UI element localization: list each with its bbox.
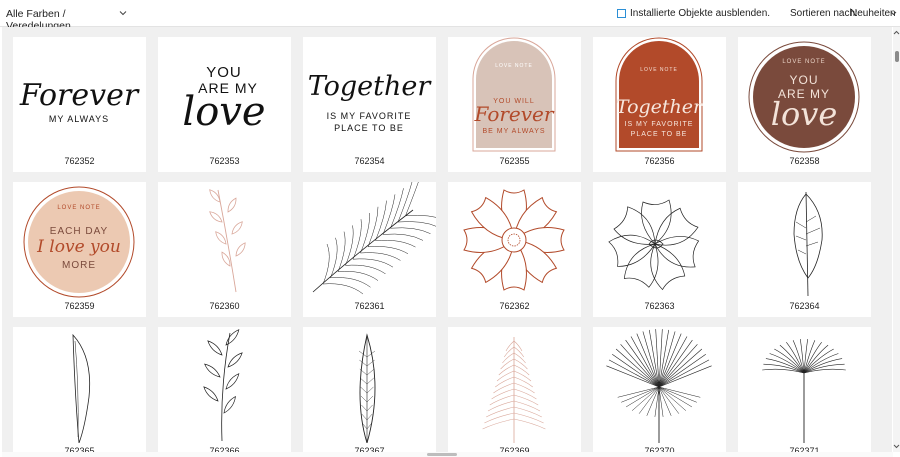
object-id: 762359: [64, 301, 95, 311]
chevron-down-icon: [119, 11, 127, 16]
object-thumbnail: [463, 189, 565, 291]
svg-text:YOU: YOU: [206, 64, 242, 81]
svg-text:LOVE NOTE: LOVE NOTE: [782, 59, 825, 65]
object-thumbnail: ForeverMY ALWAYS: [19, 78, 140, 124]
object-tile[interactable]: Together IS MY FAVORITE PLACE TO BE 762354: [303, 37, 436, 172]
object-thumbnail: [606, 329, 712, 443]
svg-text:I love you: I love you: [36, 237, 121, 257]
object-tile[interactable]: 762364: [738, 182, 871, 317]
object-tile[interactable]: 762369: [448, 327, 581, 452]
object-tile[interactable]: Forever MY ALWAYS 762352: [13, 37, 146, 172]
svg-text:Together: Together: [616, 96, 704, 118]
svg-text:Forever: Forever: [19, 78, 140, 113]
object-tile[interactable]: 762363: [593, 182, 726, 317]
object-thumbnail: [312, 182, 436, 295]
object-id: 762364: [789, 301, 820, 311]
svg-text:Together: Together: [308, 71, 433, 102]
object-tile[interactable]: 762361: [303, 182, 436, 317]
color-filter-dropdown[interactable]: Alle Farben / Veredelungen: [2, 5, 129, 32]
object-id: 762352: [64, 156, 95, 166]
object-thumbnail: [482, 337, 546, 443]
object-tile[interactable]: LOVE NOTE EACH DAY I love you MORE 762359: [13, 182, 146, 317]
sort-label: Sortieren nach:: [790, 8, 858, 19]
object-tile[interactable]: LOVE NOTE Together IS MY FAVORITE PLACE TO …: [593, 37, 726, 172]
scroll-up-icon[interactable]: [893, 29, 900, 37]
object-tile[interactable]: 762367: [303, 327, 436, 452]
object-id: 762358: [789, 156, 820, 166]
svg-text:Forever: Forever: [474, 102, 555, 126]
object-tile[interactable]: LOVE NOTE YOU ARE MY love 762358: [738, 37, 871, 172]
svg-text:IS MY FAVORITE: IS MY FAVORITE: [625, 121, 694, 128]
object-thumbnail: LOVE NOTEYOUARE MYlove: [748, 41, 860, 153]
svg-text:PLACE TO BE: PLACE TO BE: [631, 131, 688, 138]
svg-text:PLACE TO BE: PLACE TO BE: [334, 123, 404, 133]
object-tile[interactable]: 762371: [738, 327, 871, 452]
svg-text:BE MY ALWAYS: BE MY ALWAYS: [482, 128, 545, 135]
horizontal-scrollbar[interactable]: [2, 452, 893, 457]
object-thumbnail: LOVE NOTE EACH DAYI love you MORE: [23, 186, 135, 298]
object-id: 762356: [644, 156, 675, 166]
object-id: 762363: [644, 301, 675, 311]
object-tile[interactable]: 762362: [448, 182, 581, 317]
object-id: 762361: [354, 301, 385, 311]
object-id: 762360: [209, 301, 240, 311]
vertical-scroll-thumb[interactable]: [895, 51, 899, 62]
object-tile[interactable]: LOVE NOTE YOU WILL Forever BE MY ALWAYS 7623…: [448, 37, 581, 172]
hide-installed-checkbox[interactable]: [617, 9, 626, 18]
svg-text:love: love: [182, 89, 265, 135]
svg-text:YOU: YOU: [789, 73, 818, 87]
svg-text:love: love: [771, 95, 838, 133]
toolbar: Alle Farben / Veredelungen Installierte …: [0, 0, 900, 32]
object-grid: Forever MY ALWAYS 762352 YOU ARE MY love 76235…: [2, 27, 892, 452]
object-tile[interactable]: YOU ARE MY love 762353: [158, 37, 291, 172]
object-id: 762362: [499, 301, 530, 311]
object-tile[interactable]: 762360: [158, 182, 291, 317]
object-thumbnail: [72, 333, 90, 443]
sort-value[interactable]: Neuheiten: [850, 8, 896, 19]
object-id: 762355: [499, 156, 530, 166]
object-tile[interactable]: 762370: [593, 327, 726, 452]
svg-text:LOVE NOTE: LOVE NOTE: [57, 205, 100, 211]
object-thumbnail: [209, 189, 246, 293]
object-tile[interactable]: 762365: [13, 327, 146, 452]
object-id: 762354: [354, 156, 385, 166]
object-thumbnail: LOVE NOTEYOU WILLForeverBE MY ALWAYS: [472, 37, 556, 152]
object-thumbnail: [608, 199, 700, 291]
scroll-down-icon[interactable]: [893, 442, 900, 450]
chevron-down-icon: [890, 11, 897, 16]
sort-control[interactable]: Sortieren nach: Neuheiten: [790, 8, 897, 19]
hide-installed-label: Installierte Objekte ausblenden.: [630, 8, 771, 19]
svg-text:EACH DAY: EACH DAY: [50, 226, 108, 237]
object-thumbnail: Together IS MY FAVORITE PLACE TO BE: [308, 71, 433, 133]
svg-text:LOVE NOTE: LOVE NOTE: [495, 63, 533, 69]
svg-text:LOVE NOTE: LOVE NOTE: [640, 67, 678, 73]
svg-text:IS MY FAVORITE: IS MY FAVORITE: [327, 111, 412, 121]
object-thumbnail: [203, 329, 243, 442]
horizontal-scroll-thumb[interactable]: [427, 453, 457, 456]
object-tile[interactable]: 762366: [158, 327, 291, 452]
object-thumbnail: YOUARE MYlove: [182, 64, 265, 135]
object-thumbnail: [793, 191, 823, 297]
svg-text:MORE: MORE: [62, 260, 96, 271]
object-thumbnail: [358, 333, 376, 443]
vertical-scrollbar[interactable]: [893, 27, 900, 452]
object-id: 762353: [209, 156, 240, 166]
object-thumbnail: [762, 339, 846, 443]
object-thumbnail: LOVE NOTE Together IS MY FAVORITE PLACE TO …: [615, 37, 704, 152]
svg-text:MY ALWAYS: MY ALWAYS: [49, 114, 109, 124]
